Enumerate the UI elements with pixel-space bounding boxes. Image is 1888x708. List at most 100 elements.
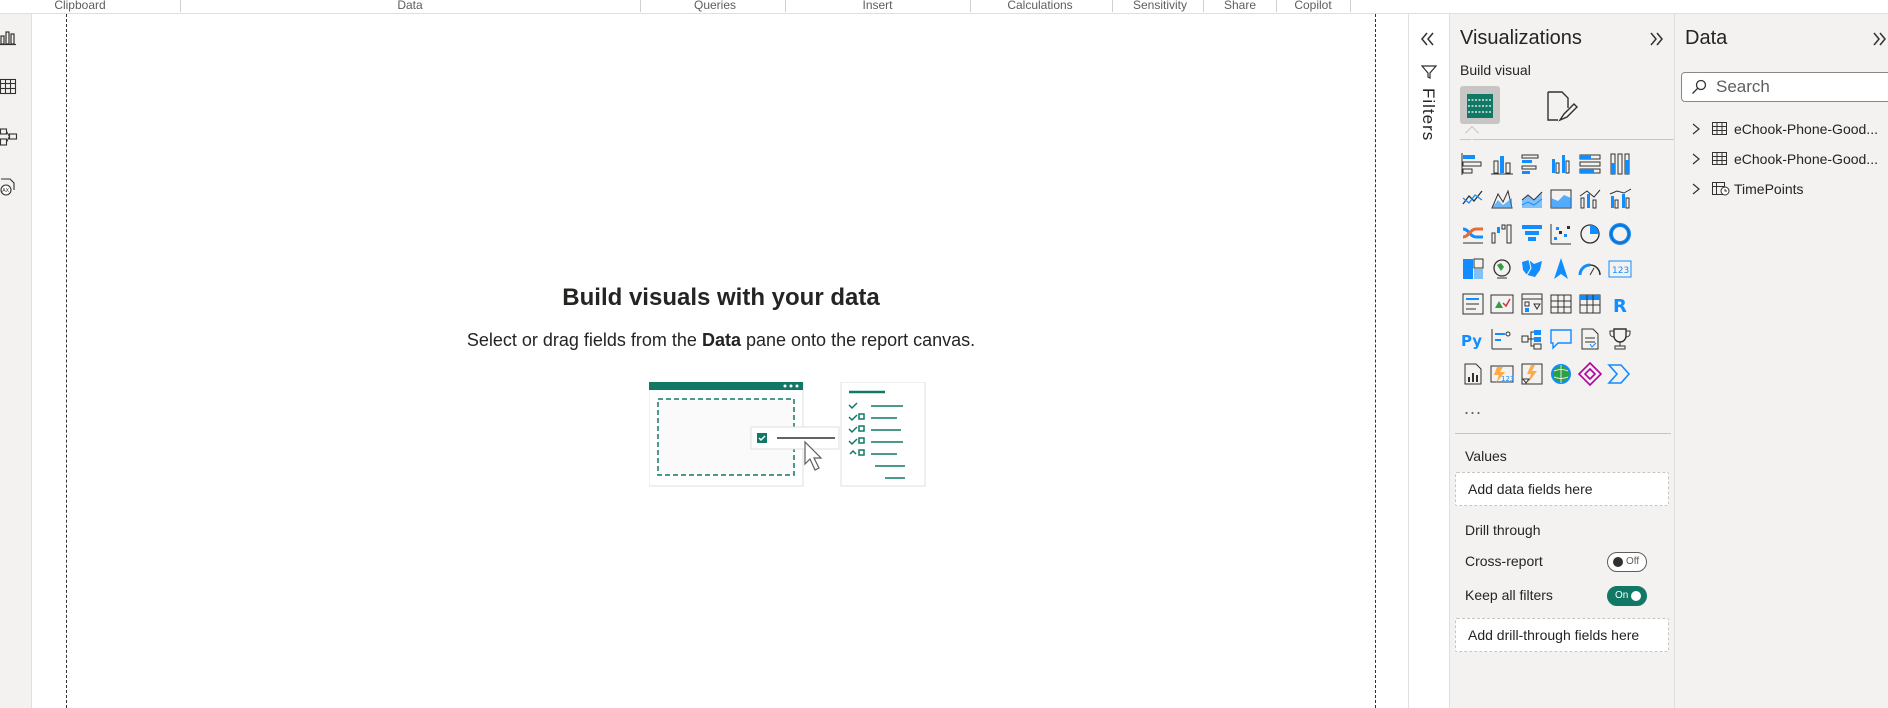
ribbon-separator xyxy=(1112,0,1113,12)
power-apps-icon[interactable]: 123 xyxy=(1489,361,1515,387)
metrics-icon[interactable] xyxy=(1607,326,1633,352)
table-icon xyxy=(1712,152,1727,165)
map-icon[interactable] xyxy=(1489,256,1515,282)
toggle-knob xyxy=(1613,557,1623,567)
ribbon-group-clipboard: Clipboard xyxy=(54,0,106,12)
ribbon-separator xyxy=(1276,0,1277,12)
toggle-knob xyxy=(1631,591,1641,601)
build-visual-tab[interactable] xyxy=(1460,86,1500,124)
drag-fields-illustration xyxy=(649,382,926,487)
data-table-item[interactable]: TimePoints xyxy=(1690,179,1888,201)
treemap-icon[interactable] xyxy=(1460,256,1486,282)
clustered-bar-chart-icon[interactable] xyxy=(1519,151,1545,177)
ribbon-chart-icon[interactable] xyxy=(1460,221,1486,247)
values-label: Values xyxy=(1465,448,1507,464)
stacked-column-chart-icon[interactable] xyxy=(1489,151,1515,177)
azure-map-icon[interactable] xyxy=(1548,256,1574,282)
empty-state-title: Build visuals with your data xyxy=(562,284,880,311)
build-visual-label: Build visual xyxy=(1460,62,1531,78)
chevron-right-icon[interactable] xyxy=(1690,182,1702,196)
paginated-report-icon[interactable] xyxy=(1460,361,1486,387)
ribbon-group-calculations: Calculations xyxy=(1007,0,1073,12)
r-visual-icon[interactable]: R xyxy=(1607,291,1633,317)
ribbon-group-copilot: Copilot xyxy=(1294,0,1332,12)
ribbon-group-labels: Clipboard Data Queries Insert Calculatio… xyxy=(0,0,1888,14)
data-table-item[interactable]: eChook-Phone-Good... xyxy=(1690,119,1888,141)
100-stacked-bar-chart-icon[interactable] xyxy=(1577,151,1603,177)
ribbon-separator xyxy=(1203,0,1204,12)
power-automate-chevron-icon[interactable] xyxy=(1606,361,1633,387)
ribbon-group-data: Data xyxy=(397,0,423,12)
line-and-column-chart-icon[interactable] xyxy=(1577,186,1603,212)
donut-chart-icon[interactable] xyxy=(1607,221,1633,247)
chevron-right-icon[interactable] xyxy=(1690,152,1702,166)
report-view-icon[interactable] xyxy=(0,28,18,46)
svg-text:123: 123 xyxy=(1612,266,1629,276)
svg-text:R: R xyxy=(1613,296,1627,317)
model-view-icon[interactable] xyxy=(0,128,18,146)
100-stacked-column-chart-icon[interactable] xyxy=(1607,151,1633,177)
data-table-name: eChook-Phone-Good... xyxy=(1734,151,1878,167)
table-icon[interactable] xyxy=(1548,291,1574,317)
qa-icon[interactable] xyxy=(1548,326,1574,352)
ribbon-separator xyxy=(785,0,786,12)
kpi-icon[interactable] xyxy=(1489,291,1515,317)
ribbon-separator xyxy=(640,0,641,12)
multi-row-card-icon[interactable] xyxy=(1460,291,1486,317)
cross-report-toggle[interactable]: Off xyxy=(1607,552,1647,572)
collapse-data-pane-icon[interactable] xyxy=(1870,30,1888,48)
section-divider xyxy=(1455,433,1671,434)
slicer-icon[interactable] xyxy=(1519,291,1545,317)
filters-label[interactable]: Filters xyxy=(1418,88,1438,141)
clustered-column-chart-icon[interactable] xyxy=(1548,151,1574,177)
more-visuals-button[interactable]: ... xyxy=(1464,398,1482,419)
dax-query-view-icon[interactable]: AX xyxy=(0,178,18,196)
funnel-chart-icon[interactable] xyxy=(1519,221,1545,247)
cross-report-label: Cross-report xyxy=(1465,553,1543,569)
svg-text:123: 123 xyxy=(1501,375,1514,383)
arcgis-map-icon[interactable] xyxy=(1548,361,1574,387)
ribbon-separator xyxy=(180,0,181,12)
format-visual-tab-icon[interactable] xyxy=(1542,88,1578,124)
area-chart-icon[interactable] xyxy=(1489,186,1515,212)
data-table-item[interactable]: eChook-Phone-Good... xyxy=(1690,149,1888,171)
smart-narrative-icon[interactable] xyxy=(1577,326,1603,352)
python-visual-icon[interactable]: Py xyxy=(1460,326,1486,352)
data-table-name: eChook-Phone-Good... xyxy=(1734,121,1878,137)
view-switcher-rail: AX xyxy=(0,14,32,708)
decomposition-tree-icon[interactable] xyxy=(1519,326,1545,352)
values-drop-zone[interactable]: Add data fields here xyxy=(1455,472,1669,506)
stacked-area-chart-icon[interactable] xyxy=(1519,186,1545,212)
matrix-icon[interactable] xyxy=(1577,291,1603,317)
keep-all-filters-label: Keep all filters xyxy=(1465,587,1553,603)
key-influencers-icon[interactable] xyxy=(1489,326,1515,352)
data-search-input[interactable]: Search xyxy=(1681,72,1888,102)
date-table-icon xyxy=(1712,182,1730,196)
ribbon-group-queries: Queries xyxy=(693,0,737,12)
build-visual-icon xyxy=(1467,94,1493,118)
stacked-bar-chart-icon[interactable] xyxy=(1460,151,1486,177)
pie-chart-icon[interactable] xyxy=(1577,221,1603,247)
drill-through-drop-zone[interactable]: Add drill-through fields here xyxy=(1455,618,1669,652)
report-page[interactable]: Build visuals with your data Select or d… xyxy=(66,14,1376,708)
line-and-clustered-column-chart-icon[interactable] xyxy=(1607,186,1633,212)
ribbon-group-share: Share xyxy=(1223,0,1257,12)
power-apps-diamond-icon[interactable] xyxy=(1577,361,1603,387)
chevron-right-icon[interactable] xyxy=(1690,122,1702,136)
gauge-icon[interactable] xyxy=(1577,256,1603,282)
expand-filters-icon[interactable] xyxy=(1419,30,1437,48)
drill-through-label: Drill through xyxy=(1465,522,1541,538)
filled-map-icon[interactable] xyxy=(1519,256,1545,282)
ribbon-separator xyxy=(1350,0,1351,12)
100-stacked-area-chart-icon[interactable] xyxy=(1548,186,1574,212)
collapse-visualizations-icon[interactable] xyxy=(1647,30,1665,48)
card-icon[interactable]: 123 xyxy=(1607,256,1633,282)
keep-all-filters-toggle[interactable]: On xyxy=(1607,586,1647,606)
keep-all-filters-state: On xyxy=(1615,590,1629,601)
waterfall-chart-icon[interactable] xyxy=(1489,221,1515,247)
scatter-chart-icon[interactable] xyxy=(1548,221,1574,247)
power-automate-icon[interactable] xyxy=(1519,361,1545,387)
line-chart-icon[interactable] xyxy=(1460,186,1486,212)
table-view-icon[interactable] xyxy=(0,78,18,96)
ribbon-group-sensitivity: Sensitivity xyxy=(1132,0,1188,12)
